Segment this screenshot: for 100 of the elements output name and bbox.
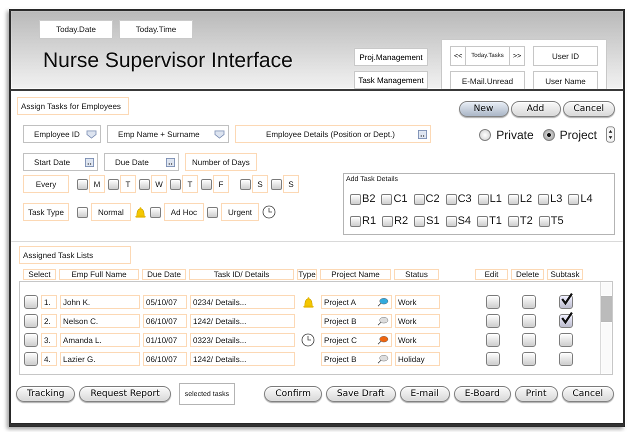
- column-header: Due Date: [142, 269, 186, 280]
- detail-checkbox[interactable]: [446, 194, 457, 204]
- delete-checkbox[interactable]: [522, 352, 536, 366]
- footer-button[interactable]: Cancel: [562, 386, 614, 402]
- type-checkbox[interactable]: [77, 206, 88, 218]
- detail-label: C1: [393, 193, 408, 205]
- subtask-checkbox[interactable]: [559, 352, 573, 366]
- dropdown-icon[interactable]: [214, 130, 225, 138]
- footer-button[interactable]: Request Report: [79, 386, 171, 402]
- start-date-field[interactable]: Start Date: [23, 153, 98, 171]
- nav-button[interactable]: Proj.Management: [354, 48, 428, 66]
- more-button[interactable]: [418, 130, 427, 138]
- footer-button[interactable]: E-Board: [454, 386, 511, 402]
- table-cell: Lazier G.: [60, 352, 140, 366]
- footer-button[interactable]: Save Draft: [326, 386, 396, 402]
- subtask-checkbox[interactable]: [559, 295, 573, 309]
- detail-label: L3: [550, 193, 562, 205]
- every-label: Every: [23, 175, 69, 193]
- footer-button[interactable]: Tracking: [16, 386, 76, 402]
- row-checkbox[interactable]: [24, 333, 38, 347]
- stepper-icon[interactable]: [606, 126, 615, 143]
- detail-label: C3: [458, 193, 472, 205]
- detail-checkbox[interactable]: [508, 216, 519, 226]
- type-checkbox[interactable]: [207, 206, 218, 218]
- nav-button[interactable]: Task Management: [354, 71, 428, 89]
- more-button[interactable]: [85, 158, 94, 166]
- detail-checkbox[interactable]: [568, 194, 580, 204]
- edit-checkbox[interactable]: [486, 333, 500, 347]
- footer-button[interactable]: Confirm: [264, 386, 322, 402]
- day-label: W: [151, 175, 167, 193]
- footer-button[interactable]: Print: [514, 386, 558, 402]
- footer-button[interactable]: E-mail: [400, 386, 450, 402]
- action-button[interactable]: Add: [510, 101, 560, 117]
- table-cell: Work: [395, 333, 440, 347]
- project-name: Project B: [324, 316, 356, 326]
- table-cell: 06/10/07: [143, 352, 187, 366]
- day-checkbox[interactable]: [240, 178, 251, 190]
- detail-checkbox[interactable]: [538, 216, 550, 226]
- detail-checkbox[interactable]: [538, 194, 550, 204]
- radio-option[interactable]: Project: [542, 128, 597, 142]
- detail-checkbox[interactable]: [508, 194, 519, 204]
- day-checkbox[interactable]: [77, 178, 88, 190]
- delete-checkbox[interactable]: [522, 333, 536, 347]
- detail-checkbox[interactable]: [414, 216, 426, 226]
- day-checkbox[interactable]: [170, 178, 181, 190]
- row-checkbox[interactable]: [24, 352, 38, 366]
- detail-checkbox[interactable]: [350, 194, 361, 204]
- table-cell: Nelson C.: [60, 314, 140, 328]
- employee-details-field[interactable]: Employee Details (Position or Dept.): [235, 125, 431, 143]
- column-header: Task ID/ Details: [189, 269, 294, 280]
- column-header: Edit: [475, 269, 508, 280]
- radio-option[interactable]: Private: [479, 128, 534, 142]
- delete-checkbox[interactable]: [522, 295, 536, 309]
- column-header: Status: [394, 269, 439, 280]
- day-checkbox[interactable]: [108, 178, 119, 190]
- detail-checkbox[interactable]: [478, 194, 489, 204]
- detail-checkbox[interactable]: [477, 216, 488, 226]
- edit-checkbox[interactable]: [486, 295, 500, 309]
- detail-checkbox[interactable]: [382, 216, 394, 226]
- table-cell: 1242/ Details...: [190, 314, 295, 328]
- delete-checkbox[interactable]: [522, 314, 536, 328]
- table-cell: 0323/ Details...: [190, 333, 295, 347]
- clock-icon: [301, 333, 315, 347]
- project-name: Project B: [324, 354, 356, 364]
- table-cell: 4.: [41, 352, 57, 366]
- action-button[interactable]: Cancel: [562, 101, 615, 117]
- user-name-field: User Name: [533, 71, 598, 89]
- project-name: Project A: [324, 298, 356, 306]
- subtask-checkbox[interactable]: [559, 314, 573, 328]
- days-field: Number of Days: [185, 153, 257, 171]
- row-checkbox[interactable]: [24, 314, 38, 328]
- bell-icon: [134, 206, 147, 218]
- detail-checkbox[interactable]: [381, 194, 392, 204]
- more-button[interactable]: [166, 158, 175, 166]
- employee-id-dropdown[interactable]: Employee ID: [23, 125, 101, 143]
- action-button[interactable]: New: [458, 101, 508, 117]
- column-header: Select: [23, 269, 56, 280]
- scrollbar[interactable]: [600, 282, 612, 374]
- detail-checkbox[interactable]: [350, 216, 361, 226]
- day-checkbox[interactable]: [271, 178, 282, 190]
- day-checkbox[interactable]: [139, 178, 150, 190]
- time-field: Today.Time: [119, 20, 193, 39]
- dropdown-icon[interactable]: [86, 130, 97, 138]
- due-date-field[interactable]: Due Date: [104, 153, 179, 171]
- edit-checkbox[interactable]: [486, 352, 500, 366]
- edit-checkbox[interactable]: [486, 314, 500, 328]
- subtask-checkbox[interactable]: [559, 333, 573, 347]
- detail-checkbox[interactable]: [446, 216, 457, 226]
- type-checkbox[interactable]: [150, 206, 161, 218]
- detail-label: C2: [426, 193, 440, 205]
- column-header: Type: [297, 269, 317, 280]
- column-header: Delete: [511, 269, 544, 280]
- detail-label: R1: [362, 215, 376, 227]
- day-checkbox[interactable]: [201, 178, 212, 190]
- detail-checkbox[interactable]: [414, 194, 425, 204]
- employee-name-dropdown[interactable]: Emp Name + Surname: [107, 125, 229, 143]
- row-checkbox[interactable]: [24, 295, 38, 309]
- user-id-field: User ID: [533, 46, 598, 66]
- type-label: Normal: [91, 203, 131, 221]
- task-type-label: Task Type: [23, 203, 69, 221]
